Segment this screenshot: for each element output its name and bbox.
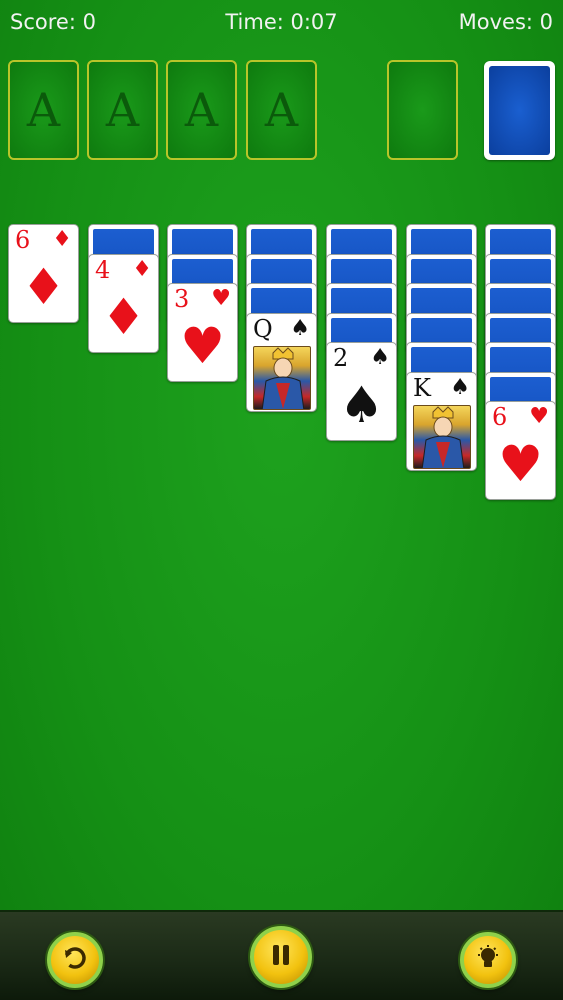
- lightbulb-icon: [474, 944, 502, 976]
- foundation-slot-1[interactable]: A: [8, 60, 79, 160]
- stock-pile[interactable]: [484, 61, 555, 160]
- card-suit-icon: ♠: [370, 345, 390, 370]
- time-display: Time: 0:07: [225, 10, 338, 34]
- tableau-card-6[interactable]: K ♠: [406, 371, 477, 471]
- king-portrait-icon: [413, 404, 471, 469]
- moves-display: Moves: 0: [458, 10, 553, 34]
- card-center-suit-icon: ♦: [21, 258, 66, 316]
- pause-icon: [268, 942, 294, 972]
- card-rank: 4: [95, 255, 111, 284]
- card-suit-icon: ♠: [290, 315, 310, 341]
- card-center-suit-icon: ♥: [498, 435, 543, 493]
- card-suit-icon: ♦: [132, 256, 152, 282]
- tableau-card-2[interactable]: 4 ♦ ♦: [88, 253, 159, 353]
- card-suit-icon: ♥: [529, 404, 549, 429]
- card-suit-icon: ♥: [211, 286, 231, 311]
- bottom-toolbar: [0, 910, 563, 1000]
- card-center-suit-icon: ♠: [339, 376, 384, 434]
- foundation-label: A: [26, 83, 61, 137]
- waste-pile[interactable]: [387, 60, 458, 160]
- pause-button[interactable]: [250, 926, 312, 988]
- foundation-slot-2[interactable]: A: [87, 60, 158, 160]
- foundation-slot-4[interactable]: A: [246, 60, 317, 160]
- hint-button[interactable]: [460, 932, 516, 988]
- tableau-card-5[interactable]: 2 ♠ ♠: [326, 342, 397, 441]
- score-display: Score: 0: [10, 10, 96, 34]
- card-suit-icon: ♦: [52, 227, 72, 252]
- foundation-slot-3[interactable]: A: [166, 60, 237, 160]
- card-center-suit-icon: ♦: [101, 287, 146, 346]
- card-rank: 6: [492, 403, 508, 431]
- undo-icon: [61, 944, 89, 976]
- card-center-suit-icon: ♥: [180, 317, 225, 375]
- tableau-card-1[interactable]: 6 ♦ ♦: [8, 224, 79, 323]
- queen-portrait-icon: [253, 345, 311, 410]
- card-rank: K: [413, 373, 431, 402]
- tableau-card-3[interactable]: 3 ♥ ♥: [167, 283, 238, 382]
- card-rank: 3: [174, 285, 190, 313]
- card-rank: 6: [15, 226, 31, 254]
- card-back: [489, 66, 550, 155]
- card-rank: Q: [253, 314, 273, 343]
- card-rank: 2: [333, 344, 349, 372]
- card-suit-icon: ♠: [450, 374, 470, 400]
- tableau-card-4[interactable]: Q ♠: [246, 312, 317, 412]
- foundation-label: A: [184, 83, 219, 137]
- tableau-card-7[interactable]: 6 ♥ ♥: [485, 401, 556, 500]
- undo-button[interactable]: [47, 932, 103, 988]
- foundation-label: A: [264, 83, 299, 137]
- foundation-label: A: [105, 83, 140, 137]
